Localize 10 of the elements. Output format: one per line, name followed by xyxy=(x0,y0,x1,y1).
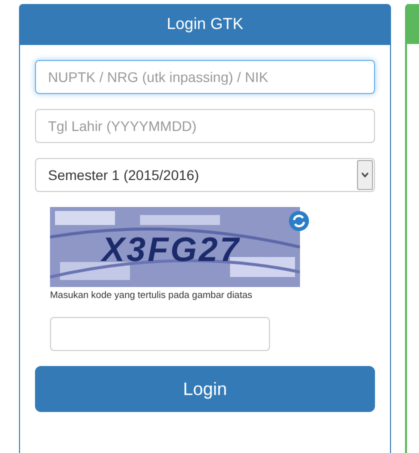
panel-title: Login GTK xyxy=(20,5,390,45)
captcha-code: X3FG27 xyxy=(102,230,241,271)
refresh-icon[interactable] xyxy=(288,210,310,232)
login-button[interactable]: Login xyxy=(35,366,375,412)
captcha-hint: Masukan kode yang tertulis pada gambar diatas xyxy=(50,289,254,302)
captcha-input[interactable] xyxy=(50,317,270,351)
input-field[interactable]: Tgl Lahir (YYYYMMDD) xyxy=(35,109,375,143)
dropdown-icon[interactable] xyxy=(357,160,373,190)
semester-select[interactable]: Semester 1 (2015/2016) xyxy=(35,158,375,192)
input-field[interactable]: NUPTK / NRG (utk inpassing) / NIK xyxy=(35,60,375,94)
